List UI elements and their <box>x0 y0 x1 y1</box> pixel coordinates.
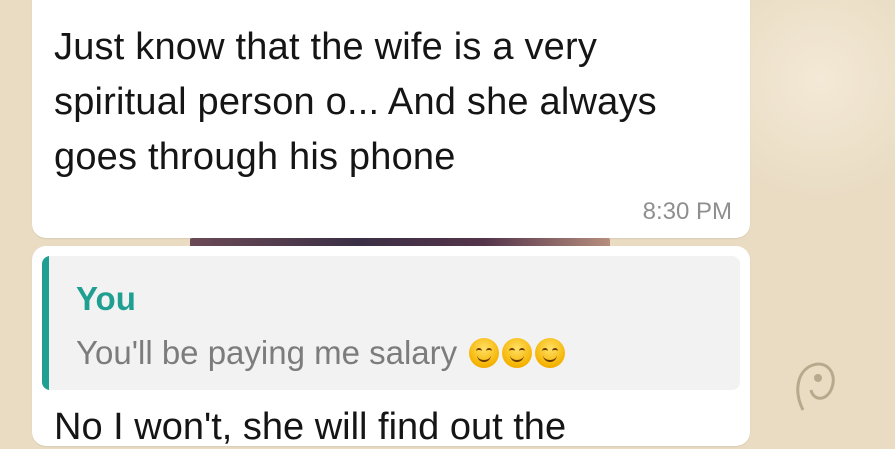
quote-accent-bar <box>42 256 49 390</box>
smiling-face-icon <box>469 338 500 368</box>
quote-text-line: You'll be paying me salary <box>76 334 566 372</box>
message-bubble-incoming[interactable]: Just know that the wife is a very spirit… <box>32 0 750 238</box>
smiling-face-icon <box>502 338 533 368</box>
message-bubble-incoming-reply[interactable]: You You'll be paying me salary No I won'… <box>32 246 750 448</box>
smiling-face-icon <box>535 338 566 368</box>
doodle-icon <box>796 362 835 411</box>
message-text-partial: No I won't, she will find out the <box>54 406 567 448</box>
quote-sender: You <box>76 280 136 317</box>
quoted-message[interactable]: You You'll be paying me salary <box>42 256 740 390</box>
quote-text: You'll be paying me salary <box>76 334 458 371</box>
message-text: Just know that the wife is a very spirit… <box>54 26 657 178</box>
message-timestamp: 8:30 PM <box>642 198 732 225</box>
